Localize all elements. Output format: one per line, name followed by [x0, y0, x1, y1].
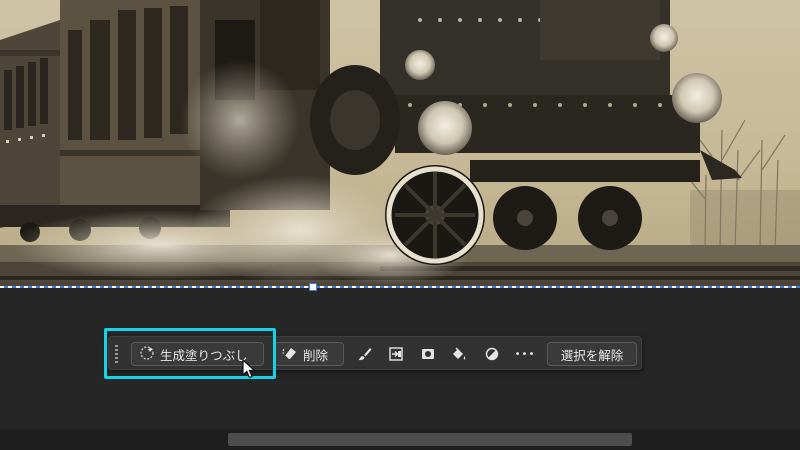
locomotive-illustration [0, 0, 800, 287]
deselect-button[interactable]: 選択を解除 [547, 342, 637, 366]
more-options-button[interactable]: ••• [515, 344, 535, 364]
selection-handle[interactable] [309, 283, 317, 291]
delete-button[interactable]: 削除 [274, 342, 344, 366]
generative-fill-label: 生成塗りつぶし [160, 347, 248, 363]
transform-icon[interactable] [386, 344, 406, 364]
mask-icon[interactable] [418, 344, 438, 364]
fill-bucket-icon[interactable] [449, 344, 469, 364]
deselect-label: 選択を解除 [560, 347, 624, 363]
brush-icon[interactable] [355, 344, 375, 364]
canvas-image[interactable] [0, 0, 800, 287]
more-icon: ••• [514, 348, 536, 360]
sparkle-icon [139, 345, 155, 364]
eraser-icon [282, 345, 298, 364]
invert-icon[interactable] [482, 344, 502, 364]
taskbar-drag-handle[interactable] [115, 345, 118, 363]
selection-marquee-edge [0, 286, 800, 288]
delete-label: 削除 [303, 347, 329, 363]
mouse-cursor-icon [242, 358, 257, 383]
horizontal-scrollbar-thumb[interactable] [228, 433, 632, 446]
contextual-task-bar: 生成塗りつぶし 削除 ••• 選択を解除 [108, 336, 642, 370]
app-window: 生成塗りつぶし 削除 ••• 選択を解除 [0, 0, 800, 450]
